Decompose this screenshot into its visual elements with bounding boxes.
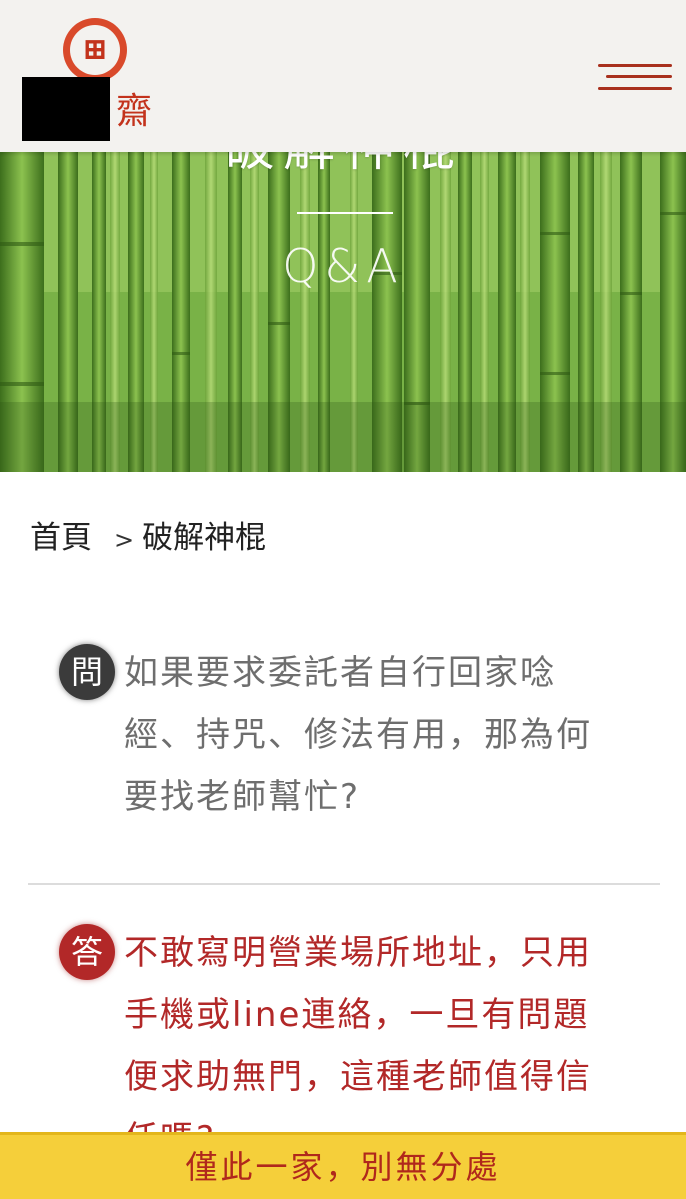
hero-divider (297, 212, 393, 214)
breadcrumb-home-link[interactable]: 首頁 (30, 520, 92, 556)
logo-redacted-block (22, 77, 110, 141)
site-header: ⊞ 齋 (0, 0, 686, 152)
breadcrumb-separator: > (114, 526, 135, 554)
hero-title: 破解神棍 (0, 152, 686, 178)
hamburger-icon[interactable] (598, 58, 672, 98)
question-text[interactable]: 如果要求委託者自行回家唸經、持咒、修法有用，那為何要找老師幫忙? (124, 642, 614, 828)
qa-divider (28, 883, 660, 885)
breadcrumb-current: 破解神棍 (142, 520, 267, 556)
hero-subtitle: Q&A (282, 239, 404, 293)
hero-banner: 破解神棍 Q&A (0, 152, 686, 472)
question-badge: 問 (59, 644, 115, 700)
breadcrumb: 首頁 > 破解神棍 (30, 514, 266, 562)
bottom-banner-button[interactable]: 僅此一家，別無分處 (0, 1132, 686, 1199)
logo-seal-icon[interactable]: ⊞ (63, 18, 127, 82)
bamboo-background (0, 152, 686, 472)
logo-character: 齋 (116, 91, 153, 132)
answer-text[interactable]: 不敢寫明營業場所地址，只用手機或line連絡，一旦有問題便求助無門，這種老師值得… (124, 922, 614, 1132)
answer-badge: 答 (59, 924, 115, 980)
